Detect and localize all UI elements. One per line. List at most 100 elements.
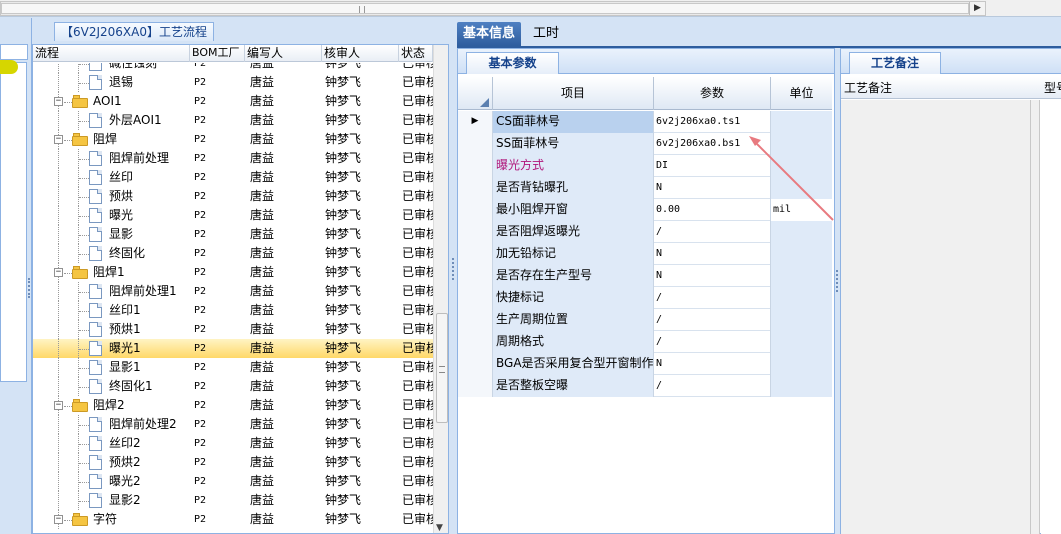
- collapse-toggle-icon[interactable]: −: [54, 401, 63, 410]
- param-row[interactable]: 曝光方式 DI: [458, 155, 832, 177]
- tree-row[interactable]: 终固化 P2 唐益 钟梦飞 已审核: [33, 244, 433, 263]
- tree-node[interactable]: 丝印1: [33, 301, 187, 320]
- tree-node[interactable]: − 阻焊: [33, 130, 187, 149]
- tree-row[interactable]: 外层AOI1 P2 唐益 钟梦飞 已审核: [33, 111, 433, 130]
- col-header-item[interactable]: 项目: [493, 77, 654, 110]
- row-selector[interactable]: [458, 177, 493, 199]
- collapse-toggle-icon[interactable]: −: [54, 268, 63, 277]
- col-header-unit[interactable]: 单位: [771, 77, 832, 110]
- tree-row[interactable]: 曝光2 P2 唐益 钟梦飞 已审核: [33, 472, 433, 491]
- model-column[interactable]: [1041, 100, 1061, 534]
- col-header-model[interactable]: 型号: [1041, 77, 1061, 99]
- param-row[interactable]: 最小阻焊开窗 0.00 mil: [458, 199, 832, 221]
- tree-node[interactable]: 阻焊前处理2: [33, 415, 187, 434]
- tree-node[interactable]: 终固化: [33, 244, 187, 263]
- tree-node[interactable]: 预烘: [33, 187, 187, 206]
- tree-node[interactable]: − 阻焊2: [33, 396, 187, 415]
- tree-node[interactable]: 退锡: [33, 73, 187, 92]
- param-row[interactable]: 周期格式 /: [458, 331, 832, 353]
- process-flow-tab[interactable]: 【6V2J206XA0】工艺流程: [54, 22, 214, 41]
- tree-node[interactable]: − AOI1: [33, 92, 187, 111]
- tree-row[interactable]: − AOI1 P2 唐益 钟梦飞 已审核: [33, 92, 433, 111]
- select-all-icon[interactable]: [458, 77, 493, 110]
- row-selector[interactable]: [458, 221, 493, 243]
- tree-node[interactable]: 曝光1: [33, 339, 187, 358]
- tree-node[interactable]: 曝光2: [33, 472, 187, 491]
- tree-row[interactable]: 曝光 P2 唐益 钟梦飞 已审核: [33, 206, 433, 225]
- tree-node[interactable]: − 阻焊1: [33, 263, 187, 282]
- param-row[interactable]: ▶ CS面菲林号 6v2j206xa0.ts1: [458, 111, 832, 133]
- param-unit[interactable]: [771, 353, 832, 375]
- param-unit[interactable]: [771, 287, 832, 309]
- param-row[interactable]: SS面菲林号 6v2j206xa0.bs1: [458, 133, 832, 155]
- tree-row[interactable]: − 阻焊1 P2 唐益 钟梦飞 已审核: [33, 263, 433, 282]
- param-value[interactable]: 6v2j206xa0.ts1: [654, 111, 771, 133]
- collapse-toggle-icon[interactable]: −: [54, 515, 63, 524]
- horizontal-scrollbar[interactable]: ▶: [0, 1, 986, 16]
- param-value[interactable]: N: [654, 353, 771, 375]
- col-header-bom[interactable]: BOM工厂: [190, 45, 245, 62]
- tree-node[interactable]: 曝光: [33, 206, 187, 225]
- tree-row[interactable]: − 阻焊 P2 唐益 钟梦飞 已审核: [33, 130, 433, 149]
- tree-row[interactable]: − 阻焊2 P2 唐益 钟梦飞 已审核: [33, 396, 433, 415]
- tree-node[interactable]: − 字符: [33, 510, 187, 529]
- tree-node[interactable]: 碱性蚀刻: [33, 63, 187, 73]
- tree-row[interactable]: − 字符 P2 唐益 钟梦飞 已审核: [33, 510, 433, 529]
- tree-node[interactable]: 显影: [33, 225, 187, 244]
- param-unit[interactable]: mil: [771, 199, 832, 221]
- tree-row[interactable]: 丝印2 P2 唐益 钟梦飞 已审核: [33, 434, 433, 453]
- param-value[interactable]: DI: [654, 155, 771, 177]
- tree-row[interactable]: 丝印1 P2 唐益 钟梦飞 已审核: [33, 301, 433, 320]
- notes-scroll-column[interactable]: [1031, 100, 1040, 534]
- tree-row[interactable]: 显影1 P2 唐益 钟梦飞 已审核: [33, 358, 433, 377]
- row-selector[interactable]: [458, 243, 493, 265]
- tree-node[interactable]: 显影2: [33, 491, 187, 510]
- param-value[interactable]: /: [654, 331, 771, 353]
- tree-row[interactable]: 碱性蚀刻 P2 唐益 钟梦飞 已审核: [33, 63, 433, 73]
- param-value[interactable]: /: [654, 309, 771, 331]
- tree-node[interactable]: 显影1: [33, 358, 187, 377]
- tree-node[interactable]: 外层AOI1: [33, 111, 187, 130]
- param-row[interactable]: 加无铅标记 N: [458, 243, 832, 265]
- col-header-param[interactable]: 参数: [654, 77, 771, 110]
- param-unit[interactable]: [771, 111, 832, 133]
- row-selector[interactable]: [458, 265, 493, 287]
- tree-row[interactable]: 预烘2 P2 唐益 钟梦飞 已审核: [33, 453, 433, 472]
- tab-basic-params[interactable]: 基本参数: [466, 52, 559, 74]
- tree-row[interactable]: 阻焊前处理1 P2 唐益 钟梦飞 已审核: [33, 282, 433, 301]
- param-row[interactable]: 快捷标记 /: [458, 287, 832, 309]
- col-header-flow[interactable]: 流程: [33, 45, 190, 62]
- row-selector[interactable]: [458, 309, 493, 331]
- param-unit[interactable]: [771, 177, 832, 199]
- tree-node[interactable]: 阻焊前处理1: [33, 282, 187, 301]
- param-value[interactable]: /: [654, 375, 771, 397]
- hint-bubble-icon[interactable]: [0, 60, 18, 74]
- scroll-right-icon[interactable]: ▶: [969, 2, 985, 15]
- row-pointer-icon[interactable]: ▶: [458, 111, 493, 133]
- param-value[interactable]: 6v2j206xa0.bs1: [654, 133, 771, 155]
- tree-row[interactable]: 显影 P2 唐益 钟梦飞 已审核: [33, 225, 433, 244]
- collapse-toggle-icon[interactable]: −: [54, 135, 63, 144]
- scroll-down-icon[interactable]: ▼: [436, 523, 443, 533]
- col-header-reviewer[interactable]: 核审人: [322, 45, 399, 62]
- tab-work-hours[interactable]: 工时: [527, 22, 565, 46]
- scrollbar-thumb[interactable]: [1, 3, 969, 14]
- tree-node[interactable]: 预烘1: [33, 320, 187, 339]
- tree-row[interactable]: 预烘1 P2 唐益 钟梦飞 已审核: [33, 320, 433, 339]
- param-row[interactable]: 生产周期位置 /: [458, 309, 832, 331]
- param-unit[interactable]: [771, 331, 832, 353]
- tree-node[interactable]: 终固化1: [33, 377, 187, 396]
- param-unit[interactable]: [771, 265, 832, 287]
- row-selector[interactable]: [458, 199, 493, 221]
- col-header-notes[interactable]: 工艺备注: [841, 77, 1031, 99]
- tree-row[interactable]: 曝光1 P2 唐益 钟梦飞 已审核: [33, 339, 433, 358]
- tree-row[interactable]: 退锡 P2 唐益 钟梦飞 已审核: [33, 73, 433, 92]
- param-unit[interactable]: [771, 243, 832, 265]
- param-unit[interactable]: [771, 133, 832, 155]
- row-selector[interactable]: [458, 287, 493, 309]
- tree-scroll-thumb[interactable]: [436, 313, 448, 423]
- tab-process-notes[interactable]: 工艺备注: [849, 52, 941, 74]
- tree-row[interactable]: 阻焊前处理 P2 唐益 钟梦飞 已审核: [33, 149, 433, 168]
- middle-splitter[interactable]: [450, 18, 457, 534]
- tree-row[interactable]: 终固化1 P2 唐益 钟梦飞 已审核: [33, 377, 433, 396]
